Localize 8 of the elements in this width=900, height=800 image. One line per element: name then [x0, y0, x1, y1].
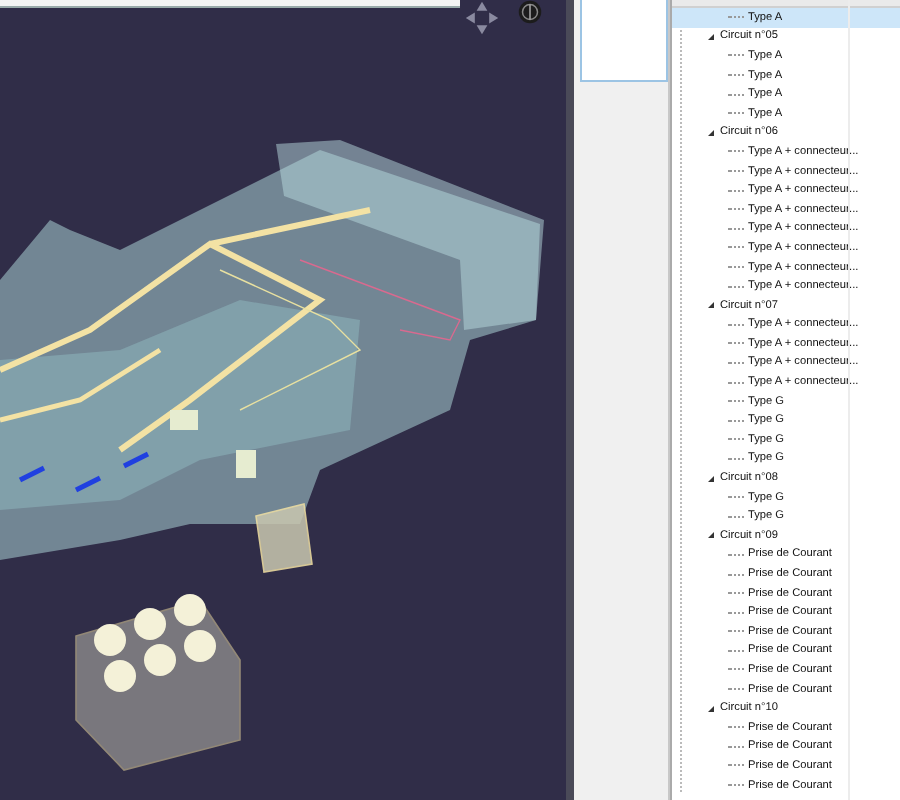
collapse-arrow-icon[interactable]	[708, 302, 714, 309]
navigation-arrows-icon[interactable]	[464, 0, 500, 36]
collapse-arrow-icon[interactable]	[708, 532, 714, 539]
collapse-arrow-icon[interactable]	[708, 705, 714, 712]
collapse-arrow-icon[interactable]	[708, 129, 714, 136]
collapse-arrow-icon[interactable]	[708, 33, 714, 40]
compass-icon[interactable]	[516, 0, 544, 24]
collapse-arrow-icon[interactable]	[708, 475, 714, 482]
